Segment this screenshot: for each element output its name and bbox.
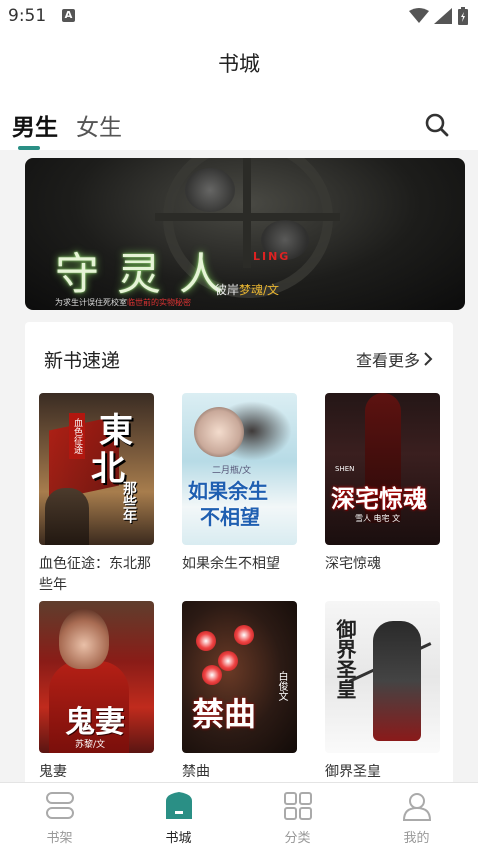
banner-slogan-highlight: 临世前的实物秘密 (127, 298, 191, 307)
cover-subtitle: SHEN (335, 465, 355, 473)
book-cover: 鬼妻 苏黎/文 (39, 601, 154, 753)
status-bar: 9:51 A (0, 0, 478, 32)
nav-profile[interactable]: 我的 (357, 783, 476, 849)
nav-label: 书架 (46, 831, 73, 846)
signal-icon (434, 8, 452, 24)
cover-author: 雪人 电宅 文 (355, 514, 401, 523)
battery-icon (458, 7, 468, 25)
cover-art (202, 665, 222, 685)
bottom-nav: 书架 书城 分类 我的 (0, 782, 478, 849)
status-time: 9:51 (8, 6, 47, 26)
category-icon (284, 792, 312, 820)
cover-art (218, 651, 238, 671)
page-title: 书城 (218, 52, 260, 76)
banner-author: 彼岸梦魂/文 (215, 281, 279, 298)
book-title: 御界圣皇 (325, 764, 381, 780)
cover-seal: 血色征途 (69, 413, 85, 459)
cover-title: 御界圣皇 (333, 619, 357, 699)
cover-art (196, 631, 216, 651)
book-item[interactable]: 血色征途 東 北 那些年 血色征途：东北那些年 (39, 393, 154, 596)
book-cover: 御界圣皇 (325, 601, 440, 753)
book-cover: 血色征途 東 北 那些年 (39, 393, 154, 545)
nav-label: 我的 (403, 831, 430, 846)
book-cover: 白俊文 禁曲 (182, 601, 297, 753)
banner-art-face (185, 168, 235, 212)
book-item[interactable]: 白俊文 禁曲 禁曲 (182, 601, 297, 782)
book-item[interactable]: 御界圣皇 御界圣皇 (325, 601, 440, 782)
book-cover: 二月瓶/文 如果余生 不相望 (182, 393, 297, 545)
cover-author: 白俊文 (276, 671, 287, 701)
tab-female[interactable]: 女生 (76, 108, 122, 142)
cover-title: 那些年 (121, 481, 137, 523)
profile-icon (402, 793, 432, 821)
search-icon[interactable] (424, 112, 450, 138)
view-more-link[interactable]: 查看更多 (356, 347, 433, 371)
banner-art-bar (155, 213, 340, 221)
tab-male[interactable]: 男生 (12, 108, 58, 142)
nav-bookstore[interactable]: 书城 (119, 783, 238, 849)
chevron-right-icon (424, 352, 433, 366)
book-title: 鬼妻 (39, 764, 67, 780)
nav-bookshelf[interactable]: 书架 (0, 783, 119, 849)
new-books-card: 新书速递 查看更多 血色征途 東 北 那些年 血色征途：东北那些年 二月瓶/文 … (25, 322, 453, 782)
tab-bar: 男生 女生 (0, 90, 478, 150)
bookstore-icon (166, 792, 192, 819)
banner-slogan: 为求生计误住死校室临世前的实物秘密 (55, 297, 191, 308)
cover-art (234, 625, 254, 645)
banner-subtitle: LING (253, 250, 291, 263)
book-item[interactable]: 鬼妻 苏黎/文 鬼妻 (39, 601, 154, 782)
section-title: 新书速递 (44, 350, 121, 372)
cover-art (59, 609, 109, 669)
book-title: 禁曲 (182, 764, 210, 780)
banner[interactable]: 守灵人 LING 彼岸梦魂/文 为求生计误住死校室临世前的实物秘密 (25, 158, 465, 310)
notification-icon: A (62, 9, 75, 22)
nav-label: 分类 (284, 831, 311, 846)
bookshelf-icon (46, 792, 74, 819)
book-title: 血色征途：东北那些年 (39, 556, 151, 593)
banner-author-highlight: 梦魂/文 (239, 283, 280, 297)
cover-title: 禁曲 (192, 695, 257, 733)
cover-art (45, 488, 89, 545)
book-cover: SHEN 深宅惊魂 雪人 电宅 文 (325, 393, 440, 545)
cover-title: 如果余生 (188, 479, 268, 503)
cover-art (373, 621, 421, 741)
banner-author-prefix: 彼岸 (215, 283, 240, 297)
cover-title: 深宅惊魂 (331, 484, 427, 513)
book-title: 深宅惊魂 (325, 556, 381, 572)
banner-title: 守灵人 (55, 249, 241, 300)
cover-title: 不相望 (200, 505, 260, 529)
cover-author: 苏黎/文 (75, 740, 106, 750)
title-bar: 书城 (0, 32, 478, 90)
view-more-label: 查看更多 (355, 351, 420, 370)
cover-title: 鬼妻 (65, 705, 125, 740)
wifi-icon (409, 8, 429, 23)
content-area[interactable]: 守灵人 LING 彼岸梦魂/文 为求生计误住死校室临世前的实物秘密 新书速递 查… (0, 150, 478, 782)
book-title: 如果余生不相望 (182, 556, 280, 572)
book-item[interactable]: SHEN 深宅惊魂 雪人 电宅 文 深宅惊魂 (325, 393, 440, 575)
nav-label: 书城 (165, 831, 192, 846)
cover-art (194, 407, 244, 457)
banner-slogan-prefix: 为求生计误住死校室 (55, 298, 127, 307)
book-item[interactable]: 二月瓶/文 如果余生 不相望 如果余生不相望 (182, 393, 297, 575)
nav-category[interactable]: 分类 (238, 783, 357, 849)
